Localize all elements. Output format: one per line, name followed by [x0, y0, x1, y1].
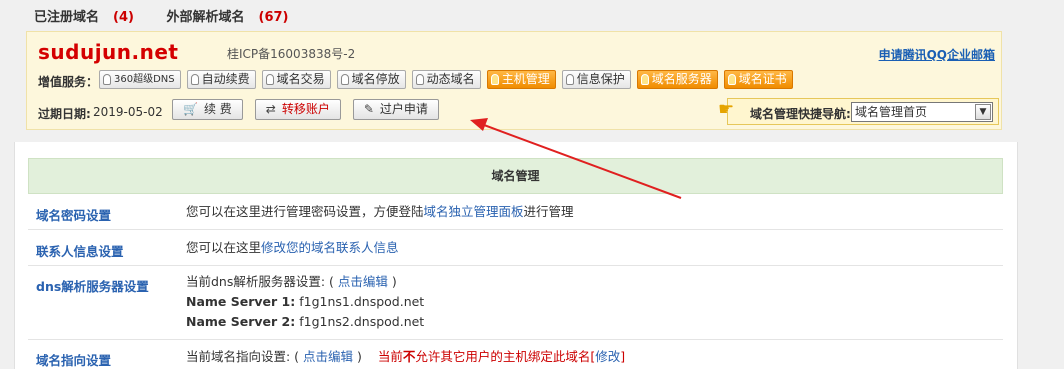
expiry-date: 2019-05-02	[93, 105, 163, 119]
lightbulb-icon	[265, 74, 274, 85]
value-added-services: 360超级DNS 自动续费 域名交易 域名停放 动态域名 主机管理 信息保护 域名服务器 域名证…	[99, 70, 793, 89]
lightbulb-icon	[103, 74, 111, 85]
pointing-settings-desc: 当前域名指向设置: ( 点击编辑 ) 当前不允许其它用户的主机绑定此域名[修改]	[186, 349, 626, 364]
row-pointing: 域名指向设置 当前域名指向设置: ( 点击编辑 ) 当前不允许其它用户的主机绑定…	[28, 340, 1003, 369]
ownership-transfer-button[interactable]: ✎ 过户申请	[352, 99, 439, 120]
contact-settings-link[interactable]: 联系人信息设置	[36, 241, 124, 260]
management-header: 域名管理	[28, 158, 1003, 194]
quick-nav-select[interactable]: 域名管理首页 ▼	[851, 102, 993, 122]
expiry-label: 过期日期:	[38, 107, 91, 121]
ns1-value: f1g1ns1.dnspod.net	[299, 294, 425, 309]
renew-button[interactable]: 🛒 续 费	[172, 99, 243, 120]
cart-icon: 🛒	[183, 102, 198, 116]
hand-pointer-icon: ☛	[718, 99, 735, 120]
domain-info-panel: sudujun.net 桂ICP备16003838号-2 申请腾讯QQ企业邮箱 …	[26, 31, 1002, 130]
service-button[interactable]: 信息保护	[561, 70, 631, 89]
quick-nav: ☛ 域名管理快捷导航: 域名管理首页 ▼	[718, 98, 999, 125]
external-count: (67)	[258, 10, 289, 25]
qq-mail-link[interactable]: 申请腾讯QQ企业邮箱	[879, 46, 995, 63]
password-settings-link[interactable]: 域名密码设置	[36, 205, 111, 224]
independent-panel-link[interactable]: 域名独立管理面板	[424, 204, 524, 219]
domain-tabs: 已注册域名 (4) 外部解析域名 (67)	[34, 6, 316, 25]
quick-nav-label: 域名管理快捷导航:	[750, 107, 851, 121]
contact-settings-desc: 您可以在这里修改您的域名联系人信息	[186, 240, 399, 255]
lightbulb-icon	[565, 74, 574, 85]
dns-settings-desc: 当前dns解析服务器设置: ( 点击编辑 ) Name Server 1: f1…	[186, 274, 425, 329]
domain-name: sudujun.net	[38, 40, 179, 64]
row-contact: 联系人信息设置 您可以在这里修改您的域名联系人信息	[28, 230, 1003, 266]
ns2-label: Name Server 2:	[186, 314, 296, 329]
edit-contact-link[interactable]: 修改您的域名联系人信息	[261, 240, 399, 255]
lightbulb-icon	[490, 74, 499, 85]
password-settings-desc: 您可以在这里进行管理密码设置，方便登陆域名独立管理面板进行管理	[186, 204, 574, 219]
pointing-edit-link[interactable]: 点击编辑	[303, 349, 353, 364]
service-button[interactable]: 域名停放	[336, 70, 406, 89]
row-password: 域名密码设置 您可以在这里进行管理密码设置，方便登陆域名独立管理面板进行管理	[28, 194, 1003, 230]
domain-management-section: 域名管理 域名密码设置 您可以在这里进行管理密码设置，方便登陆域名独立管理面板进…	[14, 142, 1018, 369]
transfer-icon: ⇄	[265, 102, 276, 116]
tab-external-domains[interactable]: 外部解析域名 (67)	[166, 10, 302, 25]
registered-count: (4)	[113, 10, 134, 25]
lightbulb-icon	[415, 74, 424, 85]
service-button[interactable]: 域名交易	[261, 70, 331, 89]
lightbulb-icon	[640, 74, 649, 85]
value-added-services-label: 增值服务：	[38, 75, 99, 89]
ns1-label: Name Server 1:	[186, 294, 296, 309]
lightbulb-icon	[340, 74, 349, 85]
dns-edit-link[interactable]: 点击编辑	[338, 274, 388, 289]
service-button[interactable]: 动态域名	[411, 70, 481, 89]
pointing-settings-link[interactable]: 域名指向设置	[36, 350, 111, 369]
lightbulb-icon	[727, 74, 736, 85]
edit-icon: ✎	[363, 102, 374, 116]
service-button[interactable]: 360超级DNS	[99, 70, 181, 89]
transfer-account-button[interactable]: ⇄ 转移账户	[254, 99, 341, 120]
service-button[interactable]: 主机管理	[486, 70, 556, 89]
service-button[interactable]: 域名服务器	[636, 70, 718, 89]
binding-warning: 当前不允许其它用户的主机绑定此域名[修改]	[377, 349, 626, 364]
binding-modify-link[interactable]: 修改	[595, 349, 620, 364]
domain-actions: 🛒 续 费 ⇄ 转移账户 ✎ 过户申请	[172, 99, 439, 120]
service-button[interactable]: 域名证书	[723, 70, 793, 89]
icp-number: 桂ICP备16003838号-2	[227, 47, 356, 61]
tab-registered-domains[interactable]: 已注册域名 (4)	[34, 10, 148, 25]
lightbulb-icon	[190, 74, 199, 85]
row-dns: dns解析服务器设置 当前dns解析服务器设置: ( 点击编辑 ) Name S…	[28, 266, 1003, 340]
ns2-value: f1g1ns2.dnspod.net	[299, 314, 425, 329]
dns-settings-link[interactable]: dns解析服务器设置	[36, 276, 149, 295]
chevron-down-icon[interactable]: ▼	[975, 104, 991, 120]
service-button[interactable]: 自动续费	[186, 70, 256, 89]
